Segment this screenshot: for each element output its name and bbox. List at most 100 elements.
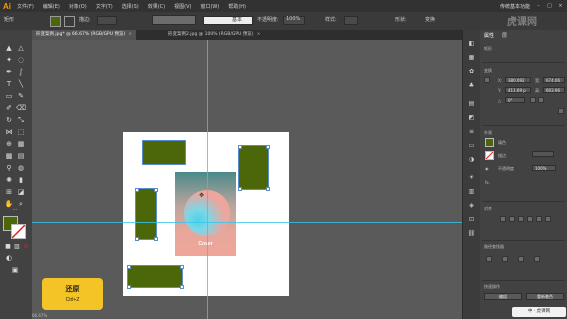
selection-handle[interactable] — [135, 237, 139, 241]
scale-tool-icon[interactable]: ⤡ — [16, 116, 26, 125]
green-rectangle-left[interactable] — [135, 188, 157, 240]
mesh-tool-icon[interactable]: ▩ — [4, 152, 14, 161]
lasso-tool-icon[interactable]: ◌ — [16, 56, 26, 65]
x-field[interactable]: 380.092 — [505, 77, 531, 83]
none-mode-icon[interactable]: ⊘ — [21, 242, 31, 251]
tab-document-2[interactable]: 形变案例2.jpg @ 100% (RGB/GPU 预览) × — [164, 30, 264, 40]
close-tab-icon[interactable]: × — [128, 32, 132, 37]
tab-document-1[interactable]: 形变案例.jpg* @ 66.67% (RGB/GPU 预览) × — [32, 30, 137, 40]
color-guide-icon[interactable]: ▦ — [467, 54, 476, 62]
stroke-weight-field[interactable] — [97, 16, 117, 25]
free-transform-tool-icon[interactable]: ⬚ — [16, 128, 26, 137]
screen-mode-icon[interactable]: ▣ — [10, 266, 20, 275]
green-rectangle-top[interactable] — [142, 140, 186, 165]
artboards-icon[interactable]: ⊡ — [467, 216, 476, 224]
align-right-icon[interactable] — [518, 216, 524, 222]
color-panel-icon[interactable]: ◧ — [467, 40, 476, 48]
zoom-status[interactable]: 66.67% — [32, 313, 122, 319]
align-icon[interactable]: ▥ — [467, 188, 476, 196]
layers-icon[interactable]: ◈ — [467, 202, 476, 210]
minus-front-icon[interactable] — [502, 256, 508, 262]
green-rectangle-right[interactable] — [238, 145, 269, 190]
width-tool-icon[interactable]: ⋈ — [4, 128, 14, 137]
tab-layers[interactable]: 层 — [502, 32, 507, 39]
green-rectangle-bottom[interactable] — [127, 265, 183, 288]
selection-handle[interactable] — [238, 145, 242, 149]
height-field[interactable]: 603.96 — [543, 87, 565, 93]
selection-handle[interactable] — [180, 285, 184, 289]
stroke-weight-field[interactable] — [532, 151, 554, 157]
line-tool-icon[interactable]: ╲ — [16, 80, 26, 89]
more-options-icon[interactable] — [558, 108, 564, 114]
menu-edit[interactable]: 编辑(E) — [43, 3, 60, 10]
selection-handle[interactable] — [238, 187, 242, 191]
close-tab-icon[interactable]: × — [257, 32, 261, 37]
menu-object[interactable]: 对象(O) — [69, 3, 87, 10]
style-dropdown[interactable] — [344, 16, 358, 25]
slice-tool-icon[interactable]: ◪ — [16, 188, 26, 197]
appearance-icon[interactable]: ☀ — [467, 174, 476, 182]
gradient-panel-icon[interactable]: ▭ — [467, 142, 476, 150]
menu-view[interactable]: 视图(V) — [174, 3, 191, 10]
column-graph-tool-icon[interactable]: ▮ — [16, 176, 26, 185]
transparency-icon[interactable]: ◑ — [467, 156, 476, 164]
shape-builder-tool-icon[interactable]: ⊕ — [4, 140, 14, 149]
curvature-tool-icon[interactable]: ∫ — [16, 68, 26, 77]
vertical-guide[interactable] — [207, 40, 208, 319]
eyedropper-tool-icon[interactable]: ⚲ — [4, 164, 14, 173]
brush-definition[interactable] — [203, 16, 253, 25]
graphic-styles-icon[interactable]: ◩ — [467, 114, 476, 122]
menu-help[interactable]: 帮助(H) — [228, 3, 246, 10]
align-top-icon[interactable] — [527, 216, 533, 222]
stroke-panel-icon[interactable]: ≡ — [467, 128, 476, 136]
align-bottom-icon[interactable] — [545, 216, 551, 222]
rectangle-tool-icon[interactable]: ▭ — [4, 92, 14, 101]
more-tools-icon[interactable]: ⋯ — [10, 206, 20, 215]
panel-stroke-swatch[interactable] — [485, 151, 494, 160]
align-middle-icon[interactable] — [536, 216, 542, 222]
opacity-field[interactable]: 100% — [532, 165, 556, 171]
artboard-tool-icon[interactable]: ⊞ — [4, 188, 14, 197]
intersect-icon[interactable] — [518, 256, 524, 262]
magic-wand-tool-icon[interactable]: ✦ — [4, 56, 14, 65]
tab-properties[interactable]: 属性 — [484, 32, 494, 39]
selection-handle[interactable] — [127, 285, 131, 289]
selection-handle[interactable] — [154, 237, 158, 241]
selection-handle[interactable] — [135, 188, 139, 192]
menu-select[interactable]: 选择(S) — [122, 3, 139, 10]
recolor-button[interactable]: 重新着色 — [526, 293, 564, 300]
blend-tool-icon[interactable]: ◍ — [16, 164, 26, 173]
draw-mode-icon[interactable]: ◐ — [4, 254, 14, 263]
flip-horizontal-icon[interactable] — [530, 97, 536, 103]
horizontal-guide[interactable] — [32, 222, 462, 223]
swatches-icon[interactable]: ▤ — [467, 100, 476, 108]
align-center-icon[interactable] — [509, 216, 515, 222]
unite-icon[interactable] — [486, 256, 492, 262]
perspective-grid-tool-icon[interactable]: ▦ — [16, 140, 26, 149]
symbol-sprayer-tool-icon[interactable]: ✺ — [4, 176, 14, 185]
exclude-icon[interactable] — [534, 256, 540, 262]
stroke-color-box[interactable] — [11, 224, 26, 239]
brushes-icon[interactable]: ✿ — [467, 68, 476, 76]
group-button[interactable]: 编组 — [484, 293, 522, 300]
fill-swatch[interactable] — [50, 16, 61, 27]
transform-label[interactable]: 变换 — [425, 16, 435, 23]
eraser-tool-icon[interactable]: ⌫ — [16, 104, 26, 113]
rotate-tool-icon[interactable]: ↻ — [4, 116, 14, 125]
variable-width-profile[interactable] — [152, 15, 196, 25]
symbols-icon[interactable]: ♣ — [467, 82, 476, 90]
width-field[interactable]: 674.06 — [543, 77, 565, 83]
angle-field[interactable]: 0° — [505, 97, 525, 103]
pen-tool-icon[interactable]: ✒ — [4, 68, 14, 77]
fx-button[interactable]: fx. — [485, 180, 490, 185]
menu-type[interactable]: 文字(T) — [96, 3, 113, 10]
y-field[interactable]: 411.69 p — [505, 87, 531, 93]
stroke-swatch[interactable] — [64, 16, 75, 27]
menu-file[interactable]: 文件(F) — [17, 3, 34, 10]
shape-label[interactable]: 形状: — [395, 16, 407, 23]
paintbrush-tool-icon[interactable]: ✎ — [16, 92, 26, 101]
direct-selection-tool-icon[interactable]: △ — [16, 44, 26, 53]
maximize-icon[interactable]: □ — [547, 3, 552, 9]
gradient-tool-icon[interactable]: ▤ — [16, 152, 26, 161]
selection-handle[interactable] — [266, 187, 270, 191]
